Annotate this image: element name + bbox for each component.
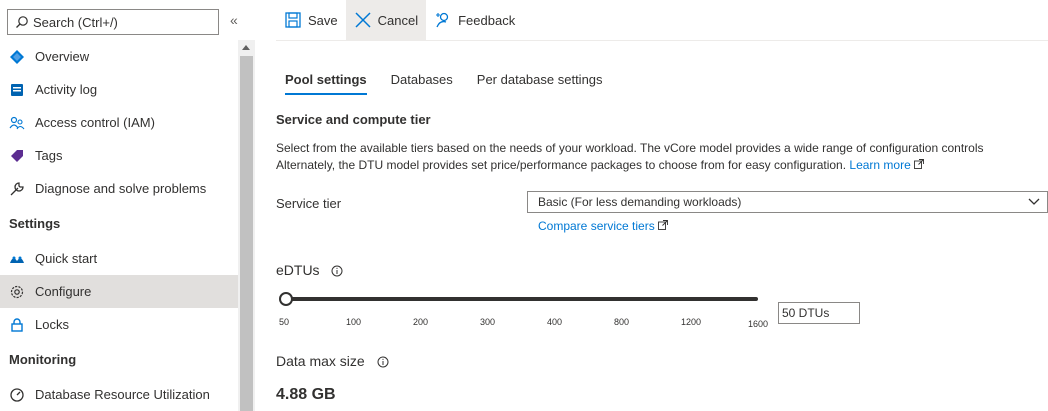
feedback-button[interactable]: Feedback	[426, 0, 523, 40]
dtu-value-input[interactable]: 50 DTUs	[778, 302, 860, 324]
info-icon[interactable]	[377, 356, 389, 368]
info-icon[interactable]	[331, 265, 343, 277]
external-link-icon	[658, 220, 668, 230]
sidebar-item-label: Access control (IAM)	[35, 115, 155, 130]
scrollbar-thumb[interactable]	[240, 56, 253, 411]
save-label: Save	[308, 12, 338, 28]
description-line-1: Select from the available tiers based on…	[276, 141, 984, 155]
command-bar: Save Cancel Feedback	[276, 0, 1048, 40]
sidebar-item-overview[interactable]: Overview	[0, 40, 238, 73]
sidebar-item-configure[interactable]: Configure	[0, 275, 238, 308]
quick-start-icon	[9, 251, 25, 267]
tab-per-database-settings[interactable]: Per database settings	[477, 72, 603, 95]
scroll-up-arrow-icon[interactable]	[242, 45, 250, 50]
feedback-icon	[434, 11, 452, 29]
sidebar-item-label: Tags	[35, 148, 63, 163]
cancel-button[interactable]: Cancel	[345, 0, 427, 40]
sidebar-item-locks[interactable]: Locks	[0, 308, 238, 341]
cancel-label: Cancel	[377, 12, 419, 28]
edtu-tick-label: 400	[547, 317, 563, 327]
sidebar: Search (Ctrl+/) « Overview Activity log …	[0, 0, 238, 411]
section-description: Select from the available tiers based on…	[276, 140, 1048, 174]
chevron-down-icon	[1027, 195, 1041, 212]
edtu-tick-label: 200	[413, 317, 429, 327]
save-button[interactable]: Save	[276, 0, 346, 40]
data-max-size-label: Data max size	[276, 353, 389, 369]
edtu-slider-thumb[interactable]	[279, 292, 293, 306]
sidebar-item-activity-log[interactable]: Activity log	[0, 73, 238, 106]
sidebar-item-label: Configure	[35, 284, 92, 299]
compare-tiers-link[interactable]: Compare service tiers	[538, 219, 668, 233]
save-icon	[284, 11, 302, 29]
edtus-label: eDTUs	[276, 262, 343, 278]
tab-pool-settings[interactable]: Pool settings	[285, 72, 367, 95]
sidebar-item-diagnose[interactable]: Diagnose and solve problems	[0, 172, 238, 205]
gauge-icon	[9, 387, 25, 403]
close-icon	[354, 11, 372, 29]
search-placeholder: Search (Ctrl+/)	[33, 14, 118, 30]
learn-more-link[interactable]: Learn more	[849, 158, 925, 172]
lock-icon	[9, 317, 25, 333]
people-icon	[9, 115, 25, 131]
sidebar-item-db-resource-utilization[interactable]: Database Resource Utilization	[0, 378, 238, 411]
service-tier-selected: Basic (For less demanding workloads)	[538, 195, 742, 209]
sidebar-item-tags[interactable]: Tags	[0, 139, 238, 172]
data-max-size-value: 4.88 GB	[276, 386, 336, 403]
activity-log-icon	[9, 82, 25, 98]
sidebar-nav: Overview Activity log Access control (IA…	[0, 40, 238, 411]
compare-tiers-label: Compare service tiers	[538, 219, 655, 233]
overview-icon	[9, 49, 25, 65]
section-title: Service and compute tier	[276, 112, 431, 127]
tab-databases[interactable]: Databases	[391, 72, 453, 95]
feedback-label: Feedback	[458, 12, 516, 28]
edtu-tick-label: 800	[614, 317, 630, 327]
tag-icon	[9, 148, 25, 164]
edtus-label-text: eDTUs	[276, 262, 320, 278]
wrench-icon	[9, 181, 25, 197]
edtu-tick-label: 100	[346, 317, 362, 327]
sidebar-item-label: Overview	[35, 49, 90, 64]
search-icon	[15, 15, 29, 29]
sidebar-item-label: Quick start	[35, 251, 98, 266]
section-header-monitoring: Monitoring	[9, 352, 77, 367]
data-max-size-label-text: Data max size	[276, 353, 365, 369]
edtu-tick-label: 1600	[748, 319, 769, 329]
service-tier-dropdown[interactable]: Basic (For less demanding workloads)	[527, 191, 1048, 213]
search-input[interactable]: Search (Ctrl+/)	[7, 9, 219, 35]
edtu-tick-label: 50	[279, 317, 290, 327]
sidebar-item-access-control[interactable]: Access control (IAM)	[0, 106, 238, 139]
sidebar-item-label: Diagnose and solve problems	[35, 181, 207, 196]
sidebar-item-quick-start[interactable]: Quick start	[0, 242, 238, 275]
section-header-settings: Settings	[9, 216, 61, 231]
gear-icon	[9, 284, 25, 300]
service-tier-label: Service tier	[276, 196, 342, 211]
edtu-tick-label: 300	[480, 317, 496, 327]
edtu-slider-track[interactable]	[286, 297, 758, 301]
description-line-2: Alternately, the DTU model provides set …	[276, 157, 1048, 174]
description-line-2-text: Alternately, the DTU model provides set …	[276, 158, 847, 172]
settings-tabs: Pool settings Databases Per database set…	[285, 72, 627, 95]
toolbar-divider	[276, 40, 1048, 41]
edtu-tick-label: 1200	[681, 317, 702, 327]
sidebar-item-label: Locks	[35, 317, 69, 332]
sidebar-item-label: Database Resource Utilization	[35, 387, 210, 402]
collapse-sidebar-button[interactable]: «	[230, 12, 238, 28]
learn-more-label: Learn more	[849, 158, 911, 172]
sidebar-scrollbar[interactable]	[238, 40, 255, 411]
sidebar-item-label: Activity log	[35, 82, 98, 97]
external-link-icon	[914, 159, 925, 169]
